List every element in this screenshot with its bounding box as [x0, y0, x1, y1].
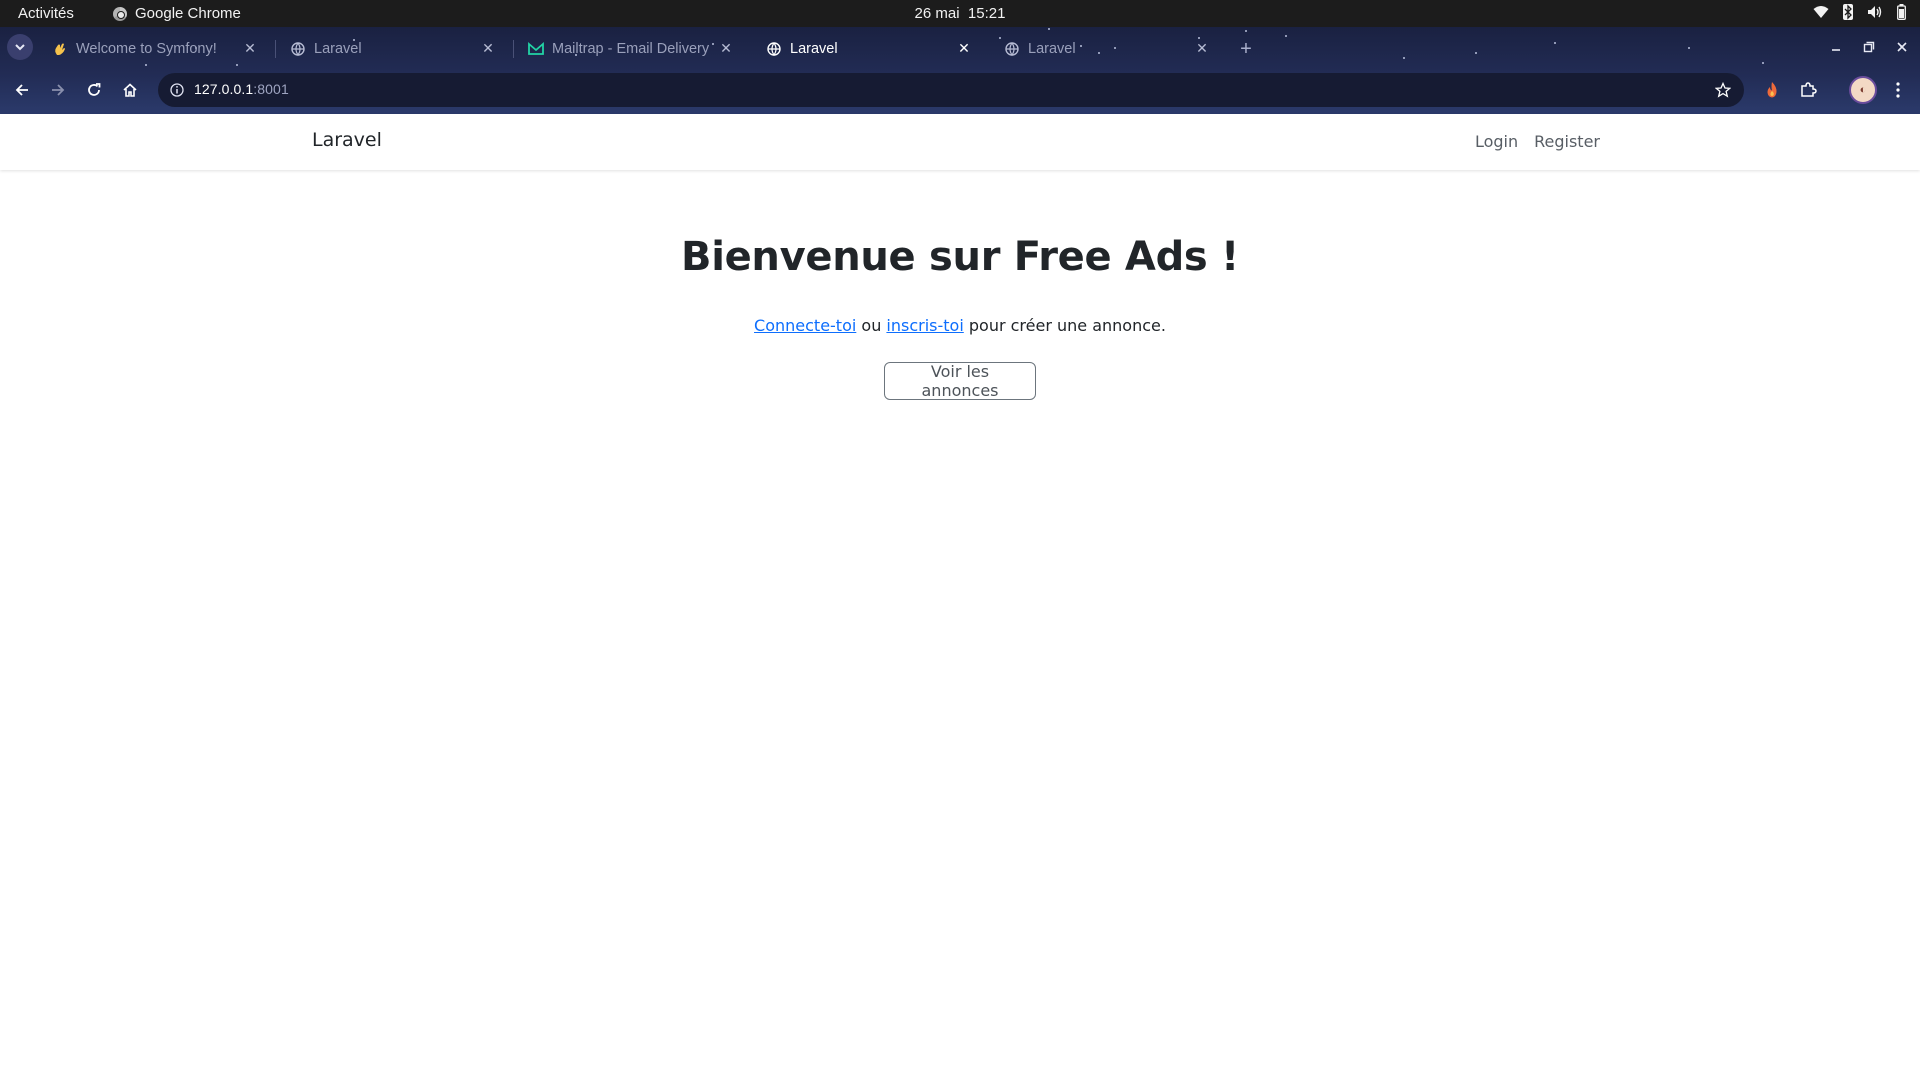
clock-date[interactable]: 26 mai	[915, 5, 960, 22]
site-info-icon[interactable]	[166, 79, 188, 101]
auth-links: Login Register	[1475, 132, 1600, 151]
avatar-image: ◐	[1859, 84, 1867, 96]
tab-title: Laravel	[1028, 40, 1076, 57]
home-button[interactable]	[116, 76, 144, 104]
system-tray[interactable]	[1813, 4, 1906, 20]
view-ads-button[interactable]: Voir les annonces	[884, 362, 1036, 400]
tab-strip: Welcome to Symfony! ✕ Laravel ✕ Mailtrap…	[0, 27, 1920, 67]
app-menu[interactable]: Google Chrome	[113, 5, 241, 22]
tab-symfony[interactable]: Welcome to Symfony! ✕	[38, 30, 270, 67]
close-icon[interactable]: ✕	[1192, 39, 1212, 59]
mailtrap-icon	[528, 41, 544, 57]
close-icon[interactable]: ✕	[478, 39, 498, 59]
register-cta-link[interactable]: inscris-toi	[886, 316, 963, 335]
restore-icon	[1863, 41, 1875, 53]
extensions-button[interactable]	[1795, 77, 1821, 103]
app-name: Google Chrome	[135, 5, 241, 22]
site-brand-link[interactable]: Laravel	[312, 129, 382, 151]
profile-avatar[interactable]: ◐	[1849, 76, 1877, 104]
close-icon[interactable]: ✕	[240, 39, 260, 59]
tab-laravel-1[interactable]: Laravel ✕	[276, 30, 508, 67]
puzzle-icon	[1801, 82, 1817, 97]
plus-icon: +	[1240, 37, 1252, 60]
url-host: 127.0.0.1	[194, 81, 254, 97]
url-port: :8001	[253, 81, 289, 97]
arrow-right-icon	[52, 84, 65, 96]
wifi-icon	[1813, 6, 1829, 18]
tab-title: Welcome to Symfony!	[76, 40, 217, 57]
tab-title: Laravel	[314, 40, 362, 57]
tab-laravel-2[interactable]: Laravel ✕	[990, 30, 1222, 67]
login-link[interactable]: Login	[1475, 132, 1518, 151]
new-tab-button[interactable]: +	[1232, 35, 1260, 63]
address-bar[interactable]: 127.0.0.1:8001	[158, 73, 1744, 107]
more-vertical-icon	[1896, 82, 1900, 98]
tab-title: Laravel	[790, 40, 838, 57]
close-icon[interactable]: ✕	[954, 39, 974, 59]
web-page: Laravel Login Register Bienvenue sur Fre…	[0, 114, 1920, 1080]
close-window-button[interactable]	[1890, 35, 1914, 59]
browser-menu-button[interactable]	[1885, 77, 1911, 103]
register-link[interactable]: Register	[1534, 132, 1600, 151]
chrome-icon	[113, 6, 127, 21]
hero-section: Bienvenue sur Free Ads !	[0, 234, 1920, 280]
tab-title: Mailtrap - Email Delivery	[552, 40, 710, 57]
tab-laravel-active[interactable]: Laravel ✕	[752, 30, 984, 67]
globe-icon	[290, 41, 306, 57]
waving-hand-icon	[52, 41, 68, 57]
bookmark-star-icon[interactable]	[1712, 79, 1734, 101]
activities-button[interactable]: Activités	[18, 5, 74, 22]
arrow-left-icon	[15, 84, 28, 96]
chevron-down-icon	[15, 44, 25, 51]
forward-button[interactable]	[44, 76, 72, 104]
browser-chrome: Welcome to Symfony! ✕ Laravel ✕ Mailtrap…	[0, 27, 1920, 114]
globe-icon	[1004, 41, 1020, 57]
page-title: Bienvenue sur Free Ads !	[681, 234, 1239, 280]
reload-button[interactable]	[80, 76, 108, 104]
tab-mailtrap[interactable]: Mailtrap - Email Delivery ✕	[514, 30, 746, 67]
globe-icon	[766, 41, 782, 57]
minimize-icon	[1832, 49, 1840, 51]
close-icon[interactable]: ✕	[716, 39, 736, 59]
volume-icon	[1868, 6, 1882, 18]
close-icon	[1897, 42, 1907, 52]
flame-icon	[1767, 82, 1777, 98]
clock: 26 mai 15:21	[0, 5, 1920, 22]
home-icon	[123, 83, 137, 97]
hero-text-mid: ou	[856, 316, 887, 335]
browser-toolbar: 127.0.0.1:8001 ◐	[0, 67, 1920, 114]
hero-text-tail: pour créer une annonce.	[963, 316, 1166, 335]
tab-search-button[interactable]	[7, 34, 33, 60]
login-cta-link[interactable]: Connecte-toi	[754, 316, 856, 335]
reload-icon	[88, 83, 101, 96]
back-button[interactable]	[8, 76, 36, 104]
system-top-bar: Activités Google Chrome 26 mai 15:21	[0, 0, 1920, 27]
bluetooth-icon	[1843, 4, 1853, 20]
site-navbar: Laravel Login Register	[0, 114, 1920, 170]
url-text[interactable]: 127.0.0.1:8001	[194, 81, 289, 97]
clock-time[interactable]: 15:21	[968, 5, 1006, 22]
restore-button[interactable]	[1857, 35, 1881, 59]
battery-icon	[1897, 4, 1906, 20]
minimize-button[interactable]	[1824, 35, 1848, 59]
hero-text: Connecte-toi ou inscris-toi pour créer u…	[0, 316, 1920, 335]
extension-fire-button[interactable]	[1759, 77, 1785, 103]
